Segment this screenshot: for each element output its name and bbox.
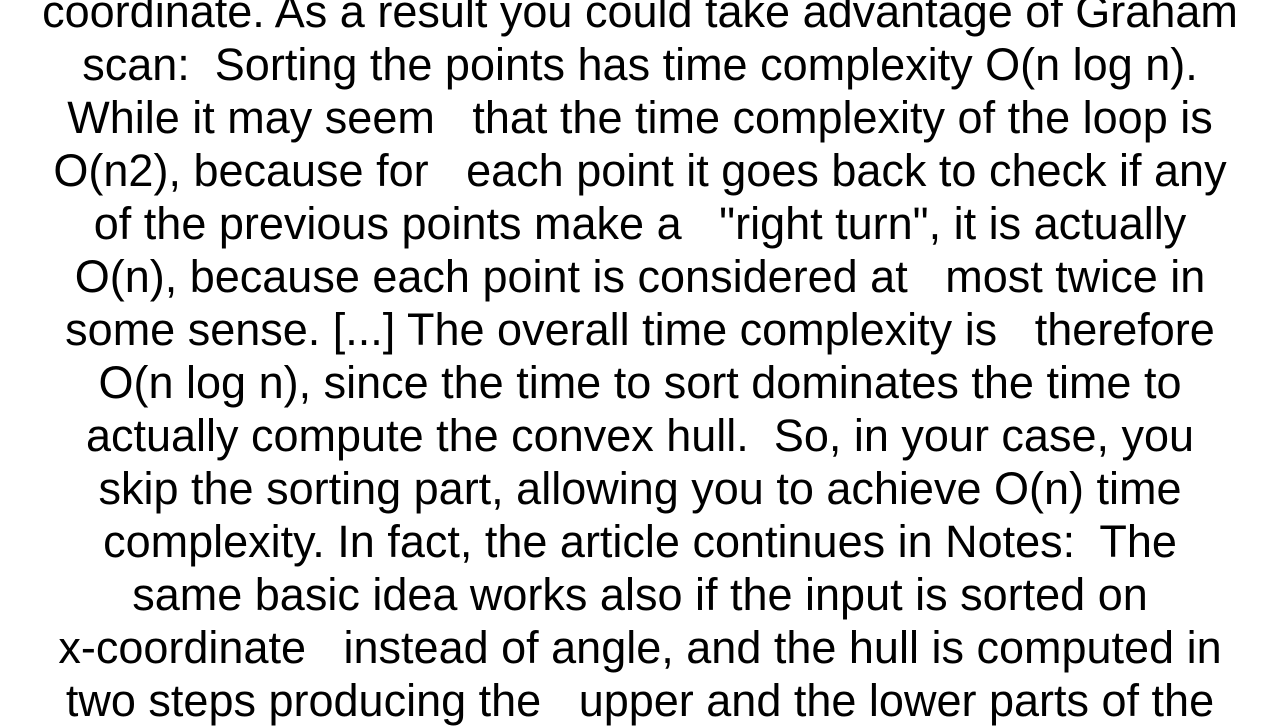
- text-line: coordinate. As a result you could take a…: [42, 0, 1238, 37]
- text-line: two steps producing the upper and the lo…: [65, 675, 1215, 726]
- text-line: O(n2), because for each point it goes ba…: [53, 145, 1227, 196]
- text-line: some sense. [...] The overall time compl…: [65, 304, 1215, 355]
- text-line: of the previous points make a "right tur…: [93, 198, 1187, 249]
- text-line: skip the sorting part, allowing you to a…: [98, 463, 1182, 514]
- text-line: O(n), because each point is considered a…: [74, 251, 1206, 302]
- text-line: While it may seem that the time complexi…: [67, 92, 1213, 143]
- text-line: O(n log n), since the time to sort domin…: [98, 357, 1182, 408]
- document-text: coordinate. As a result you could take a…: [0, 0, 1280, 727]
- text-line: complexity. In fact, the article continu…: [103, 516, 1177, 567]
- text-line: same basic idea works also if the input …: [132, 569, 1148, 620]
- text-line: actually compute the convex hull. So, in…: [85, 410, 1195, 461]
- text-line: scan: Sorting the points has time comple…: [82, 39, 1198, 90]
- text-line: x-coordinate instead of angle, and the h…: [58, 622, 1222, 673]
